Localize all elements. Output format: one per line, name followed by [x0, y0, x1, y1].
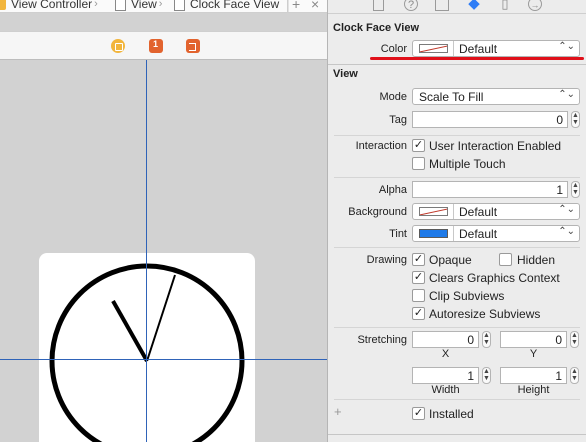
hour-hand — [111, 300, 149, 362]
horizontal-center-guide — [0, 359, 327, 360]
inspector-tab-bar: ? ◆ ▯ → — [328, 0, 586, 14]
plus-icon[interactable]: + — [292, 0, 300, 12]
file-inspector-icon[interactable] — [373, 0, 384, 11]
chevron-right-icon: › — [94, 0, 98, 10]
view-icon — [174, 0, 185, 11]
clears-graphics-checkbox[interactable]: ✓ — [412, 271, 425, 284]
opaque-label: Opaque — [429, 253, 472, 267]
connections-inspector-icon[interactable]: → — [528, 0, 542, 11]
installed-label: Installed — [429, 407, 474, 421]
view-controller-icon — [0, 0, 6, 10]
user-interaction-checkbox[interactable]: ✓ — [412, 139, 425, 152]
highlight-underline — [370, 57, 584, 60]
popup-arrows-icon: ⌃⌄ — [558, 204, 575, 215]
tag-label: Tag — [389, 114, 407, 126]
identity-inspector-icon[interactable] — [435, 0, 449, 11]
clears-graphics-label: Clears Graphics Context — [429, 271, 560, 285]
autoresize-subviews-checkbox[interactable]: ✓ — [412, 307, 425, 320]
stretch-x-field[interactable]: 0 — [412, 331, 479, 348]
height-label: Height — [517, 384, 550, 396]
tint-color-swatch — [419, 229, 448, 238]
stretch-width-field[interactable]: 1 — [412, 367, 479, 384]
clock-face-drawing — [49, 263, 245, 442]
user-interaction-label: User Interaction Enabled — [429, 139, 562, 153]
view-controller-icon[interactable] — [111, 39, 125, 53]
tint-popup[interactable]: Default ⌃⌄ — [412, 225, 580, 242]
clock-face-section-title: Clock Face View — [333, 22, 420, 34]
vertical-center-guide — [146, 60, 147, 442]
drawing-label: Drawing — [366, 254, 407, 266]
exit-icon[interactable] — [186, 39, 200, 53]
scene-dock — [0, 31, 327, 60]
installed-checkbox[interactable]: ✓ — [412, 407, 425, 420]
chevron-right-icon: › — [158, 0, 163, 10]
jump-bar-item-view-controller[interactable]: View Controller › — [0, 0, 100, 11]
stretch-y-stepper[interactable]: ▲ ▼ — [570, 331, 579, 348]
tint-label: Tint — [389, 228, 407, 240]
stretch-y-field[interactable]: 0 — [500, 331, 567, 348]
opaque-checkbox[interactable]: ✓ — [412, 253, 425, 266]
clock-circle — [49, 263, 245, 442]
jump-bar-item-view[interactable]: View › — [115, 0, 164, 11]
background-color-swatch — [419, 207, 448, 216]
add-variation-icon[interactable]: + — [334, 404, 342, 419]
mode-popup[interactable]: Scale To Fill ⌃⌄ — [412, 88, 580, 105]
stretch-height-stepper[interactable]: ▲ ▼ — [570, 367, 579, 384]
alpha-label: Alpha — [378, 184, 407, 196]
view-section-title: View — [333, 68, 358, 80]
view-icon — [115, 0, 126, 11]
width-label: Width — [431, 384, 460, 396]
stretch-x-stepper[interactable]: ▲ ▼ — [482, 331, 491, 348]
close-icon[interactable]: × — [311, 0, 319, 12]
mode-label: Mode — [379, 91, 407, 103]
color-label: Color — [380, 43, 407, 55]
background-popup[interactable]: Default ⌃⌄ — [412, 203, 580, 220]
attributes-inspector-icon[interactable]: ◆ — [467, 0, 481, 11]
popup-arrows-icon: ⌃⌄ — [558, 226, 575, 237]
attributes-inspector: ? ◆ ▯ → Clock Face View Color Default ⌃⌄… — [328, 0, 586, 442]
alpha-stepper[interactable]: ▲ ▼ — [571, 181, 580, 198]
alpha-field[interactable]: 1 — [412, 181, 568, 198]
background-label: Background — [348, 206, 407, 218]
autoresize-subviews-label: Autoresize Subviews — [429, 307, 541, 321]
jump-bar-item-clock-face-view[interactable]: Clock Face View — [174, 0, 279, 11]
quick-help-icon[interactable]: ? — [404, 0, 418, 11]
popup-arrows-icon: ⌃⌄ — [558, 41, 575, 52]
minute-hand — [146, 274, 176, 362]
jump-bar: View Controller › View › Clock Face View… — [0, 0, 327, 13]
clip-subviews-checkbox[interactable] — [412, 289, 425, 302]
stretch-y-label: Y — [529, 348, 538, 360]
stretch-x-label: X — [441, 348, 450, 360]
tag-stepper[interactable]: ▲ ▼ — [571, 111, 580, 128]
stretch-width-stepper[interactable]: ▲ ▼ — [482, 367, 491, 384]
interface-builder-canvas[interactable]: View Controller › View › Clock Face View… — [0, 0, 327, 442]
popup-arrows-icon: ⌃⌄ — [558, 89, 575, 100]
clip-subviews-label: Clip Subviews — [429, 289, 505, 303]
hidden-label: Hidden — [517, 253, 556, 267]
divider: | — [286, 0, 290, 12]
interaction-label: Interaction — [355, 140, 407, 152]
stretching-label: Stretching — [357, 334, 407, 346]
hidden-checkbox[interactable] — [499, 253, 512, 266]
size-inspector-icon[interactable]: ▯ — [498, 0, 512, 11]
color-popup[interactable]: Default ⌃⌄ — [412, 40, 580, 57]
tag-field[interactable]: 0 — [412, 111, 568, 128]
first-responder-icon[interactable] — [149, 39, 163, 53]
color-swatch — [419, 44, 448, 53]
multiple-touch-checkbox[interactable] — [412, 157, 425, 170]
multiple-touch-label: Multiple Touch — [429, 157, 506, 171]
stretch-height-field[interactable]: 1 — [500, 367, 567, 384]
